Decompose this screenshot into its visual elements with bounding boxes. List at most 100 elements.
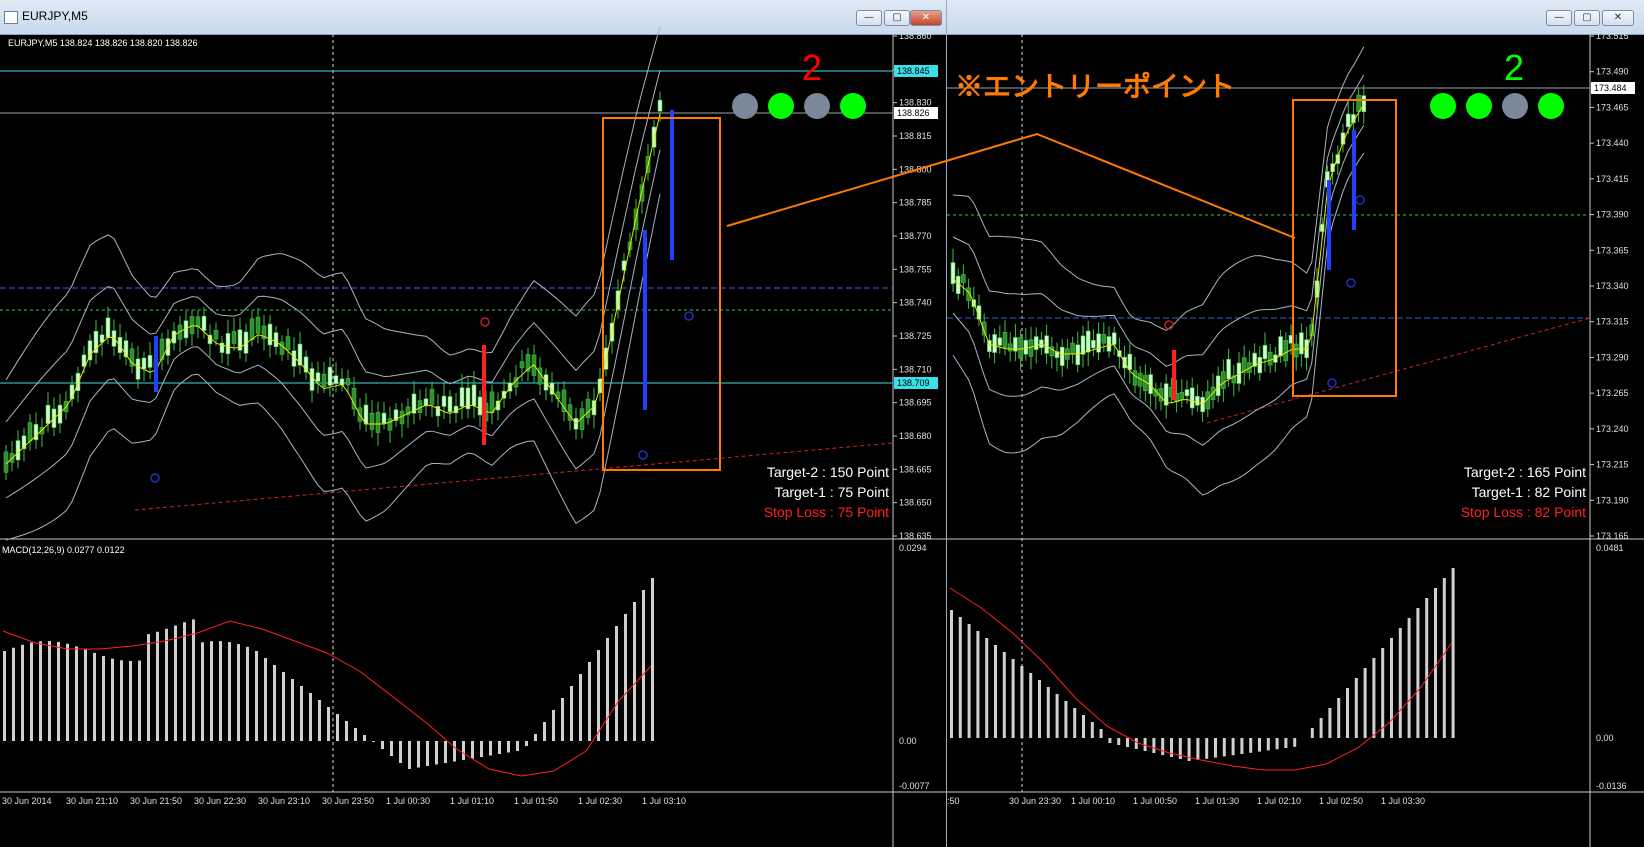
macd-histogram-bar — [39, 641, 42, 741]
moving-average-line — [952, 103, 1365, 405]
candle-body — [1293, 343, 1299, 358]
macd-histogram-bar — [534, 734, 537, 741]
candle-body — [1007, 343, 1013, 352]
macd-histogram-bar — [327, 707, 330, 741]
candle-body — [561, 389, 567, 413]
candle-body — [471, 384, 477, 406]
price-tick-label: 138.770 — [899, 231, 932, 241]
candle-body — [213, 330, 219, 340]
candle-body — [585, 398, 591, 419]
macd-histogram-bar — [93, 652, 96, 741]
price-tick-label: 173.215 — [1596, 460, 1629, 470]
candle-body — [1101, 334, 1107, 344]
macd-signal-line — [949, 587, 1453, 771]
price-tick-label: 173.290 — [1596, 352, 1629, 362]
candle-body — [201, 315, 207, 331]
candle-body — [375, 412, 381, 433]
macd-histogram-bar — [606, 638, 609, 741]
macd-histogram-bar — [561, 698, 564, 741]
time-tick-label: 30 Jun 23:10 — [258, 796, 310, 806]
macd-histogram-bar — [1161, 738, 1165, 755]
candle-body — [459, 387, 465, 407]
macd-histogram-bar — [129, 660, 132, 741]
price-tick-label: 138.725 — [899, 331, 932, 341]
candle-body — [45, 404, 51, 424]
candle-body — [1195, 395, 1200, 406]
candle-body — [489, 391, 495, 413]
time-tick-label: 1 Jul 02:30 — [578, 796, 622, 806]
price-tick-label: 173.265 — [1596, 388, 1629, 398]
chart-window-eurjpy[interactable]: EURJPY,M5 — ▢ ✕ 138.860138.845138.830138… — [0, 0, 946, 847]
candle-body — [117, 336, 123, 354]
candle-body — [1044, 335, 1049, 354]
macd-histogram-bar — [444, 741, 447, 763]
price-tick-label: 138.830 — [899, 98, 932, 108]
candle-body — [231, 331, 237, 344]
macd-histogram-bar — [318, 700, 321, 741]
price-tick-label: 173.190 — [1596, 495, 1629, 505]
macd-histogram-bar — [633, 602, 636, 741]
candle-body — [615, 290, 621, 310]
macd-histogram-bar — [967, 624, 971, 738]
price-tick-label: 138.695 — [899, 398, 932, 408]
chart-window-right[interactable]: — ▢ ✕ 173.515 173.490 173.465 173.440 173.41… — [947, 0, 1644, 847]
candle-body — [441, 395, 447, 407]
candle-body — [1002, 331, 1008, 349]
macd-histogram-bar — [1011, 659, 1015, 738]
signal-status-dot — [1538, 93, 1564, 119]
stop-loss-label: Stop Loss : 82 Point — [1461, 504, 1586, 520]
macd-histogram-bar — [1134, 738, 1138, 749]
macd-histogram-bar — [1231, 738, 1235, 756]
candle-body — [249, 318, 255, 341]
macd-histogram-bar — [1434, 588, 1437, 738]
signal-marker — [1327, 378, 1337, 388]
candle-body — [273, 332, 279, 348]
chart-canvas-left[interactable]: 138.860 138.845 138.830 138.815 138.800 138.7… — [0, 0, 946, 847]
candle-body — [1127, 353, 1133, 371]
target-1-label: Target-1 : 75 Point — [775, 484, 890, 500]
macd-histogram-bar — [1416, 608, 1420, 738]
macd-tick-label: -0.0136 — [1596, 781, 1627, 791]
macd-histogram-bar — [435, 741, 438, 765]
signal-marker — [480, 317, 490, 327]
indicator-label: MACD(12,26,9) 0.0277 0.0122 — [2, 545, 125, 555]
bollinger-band-upper-outer — [952, 46, 1365, 331]
price-flag-label: 138.826 — [897, 108, 930, 118]
macd-histogram-bar — [1407, 618, 1411, 738]
time-tick-label: 1 Jul 01:10 — [450, 796, 494, 806]
trend-signal-bar — [1172, 350, 1176, 400]
candle-body — [321, 373, 327, 388]
macd-histogram-bar — [1451, 568, 1455, 738]
time-tick-label: 1 Jul 01:50 — [514, 796, 558, 806]
macd-histogram-bar — [1328, 708, 1332, 738]
signal-marker — [638, 450, 648, 460]
macd-histogram-bar — [102, 656, 105, 741]
signal-status-dot — [840, 93, 866, 119]
macd-histogram-bar — [1073, 708, 1077, 738]
signal-status-dot — [1502, 93, 1528, 119]
macd-histogram-bar — [156, 631, 159, 741]
macd-tick-label: -0.0077 — [899, 781, 930, 791]
macd-histogram-bar — [372, 741, 375, 742]
price-tick-label: 173.315 — [1596, 317, 1629, 327]
macd-histogram-bar — [57, 641, 60, 741]
chart-canvas-right[interactable]: 173.515 173.490 173.465 173.440 173.415 173.3… — [947, 0, 1644, 847]
macd-histogram-bar — [958, 617, 962, 738]
macd-histogram-bar — [507, 741, 510, 753]
signal-marker — [1355, 195, 1365, 205]
macd-histogram-bar — [1090, 722, 1094, 738]
macd-histogram-bar — [579, 674, 582, 741]
macd-histogram-bar — [1020, 666, 1024, 738]
candle-body — [381, 412, 387, 424]
macd-histogram-bar — [1354, 678, 1358, 738]
target-2-label: Target-2 : 165 Point — [1464, 464, 1586, 480]
time-tick-label: 1 Jul 00:30 — [386, 796, 430, 806]
time-tick-label: 30 Jun 23:50 — [322, 796, 374, 806]
price-tick-label: 138.860 — [899, 31, 932, 41]
price-flag-label: 138.709 — [897, 378, 930, 388]
macd-histogram-bar — [237, 644, 240, 741]
macd-histogram-bar — [147, 634, 150, 741]
macd-histogram-bar — [1442, 578, 1446, 738]
macd-histogram-bar — [1346, 688, 1349, 738]
candle-body — [333, 375, 339, 385]
